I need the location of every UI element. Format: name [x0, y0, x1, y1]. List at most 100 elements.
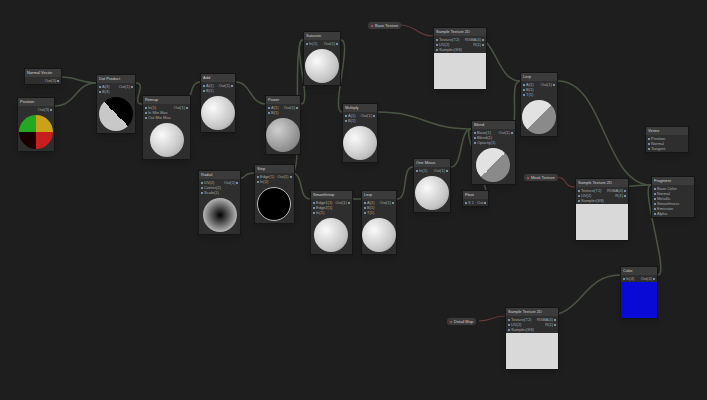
input-port[interactable]: X 1	[465, 200, 474, 205]
graph-node[interactable]: Sample Texture 2DTexture(T2)UV(2)Sampler…	[575, 178, 629, 241]
property-pill[interactable]: Base Texture	[368, 22, 401, 29]
output-port[interactable]: Out(1)	[498, 130, 512, 135]
output-port[interactable]: RGBA(4)	[607, 188, 626, 193]
graph-node[interactable]: LerpA(1)B(1)T(1)Out(1)	[520, 72, 558, 137]
input-port[interactable]: Texture(T2)	[508, 317, 534, 322]
input-port[interactable]: Alpha	[654, 211, 679, 216]
graph-node[interactable]: VertexPositionNormalTangent	[645, 126, 689, 153]
output-port[interactable]: Out(1)	[119, 84, 133, 89]
graph-node[interactable]: ColorIn(4)Out(4)	[620, 266, 658, 319]
input-port[interactable]: UV(2)	[578, 193, 604, 198]
graph-node[interactable]: RadialUV(2)Center(2)Scale(1)Out(1)	[198, 170, 241, 235]
graph-node[interactable]: Dot ProductA(3)B(3)Out(1)	[96, 74, 136, 134]
input-port[interactable]: In(1)	[306, 41, 317, 46]
input-port[interactable]: UV(2)	[508, 322, 534, 327]
input-port[interactable]: Position	[648, 136, 665, 141]
output-port[interactable]: Out(1)	[284, 105, 298, 110]
output-port[interactable]: R(1)	[545, 322, 556, 327]
output-port[interactable]: Out(1)	[174, 105, 188, 110]
input-port[interactable]: In(1)	[145, 105, 171, 110]
input-port[interactable]: A(1)	[364, 200, 375, 205]
graph-node[interactable]: SmoothstepEdge1(1)Edge2(1)In(1)Out(1)	[310, 190, 353, 255]
input-port[interactable]: Blend(1)	[474, 135, 495, 140]
input-port[interactable]: T(1)	[364, 210, 375, 215]
output-port[interactable]: Out(3)	[45, 78, 59, 83]
output-port[interactable]: Out(1)	[434, 168, 448, 173]
input-port[interactable]: T(1)	[523, 92, 534, 97]
input-port[interactable]: A(1)	[523, 82, 534, 87]
graph-node[interactable]: Sample Texture 2DTexture(T2)UV(2)Sampler…	[433, 27, 487, 90]
graph-node[interactable]: MultiplyA(1)B(1)Out(1)	[342, 103, 378, 163]
input-port[interactable]: Texture(T2)	[436, 37, 462, 42]
input-port[interactable]: Scale(1)	[201, 190, 221, 195]
graph-node[interactable]: FragmentBase ColorNormalMetallicSmoothne…	[651, 176, 695, 218]
output-port[interactable]: Out(1)	[335, 200, 349, 205]
input-port[interactable]: In(1)	[313, 210, 332, 215]
graph-node[interactable]: SaturateIn(1)Out(1)	[303, 31, 341, 86]
graph-node[interactable]: BlendBase(1)Blend(1)Opacity(1)Out(1)	[471, 120, 516, 185]
input-port[interactable]: In Min Max	[145, 110, 171, 115]
graph-node[interactable]: RemapIn(1)In Min MaxOut Min MaxOut(1)	[142, 95, 191, 160]
input-port[interactable]: Emission	[654, 206, 679, 211]
output-port[interactable]: Out(1)	[224, 180, 238, 185]
input-port[interactable]: In(1)	[416, 168, 427, 173]
input-port[interactable]: Smoothness	[654, 201, 679, 206]
input-port[interactable]: B(1)	[203, 88, 214, 93]
input-port[interactable]: A(1)	[268, 105, 279, 110]
input-port[interactable]: Base(1)	[474, 130, 495, 135]
output-port[interactable]: Out(1)	[277, 174, 291, 179]
output-port[interactable]: Out(3)	[38, 107, 52, 112]
input-port[interactable]: Sampler(SS)	[508, 327, 534, 332]
graph-node[interactable]: PowerA(1)B(1)Out(1)	[265, 95, 301, 155]
input-port[interactable]: Tangent	[648, 146, 665, 151]
input-port[interactable]: A(1)	[345, 113, 356, 118]
graph-node[interactable]: AddA(1)B(1)Out(1)	[200, 73, 236, 133]
input-port[interactable]: Out Min Max	[145, 115, 171, 120]
graph-node[interactable]: Normal VectorOut(3)	[24, 68, 62, 85]
input-port[interactable]: Sampler(SS)	[578, 198, 604, 203]
input-port[interactable]: Normal	[648, 141, 665, 146]
input-port[interactable]: In(1)	[257, 179, 274, 184]
input-port[interactable]: Base Color	[654, 186, 679, 191]
edge	[556, 177, 575, 187]
output-port[interactable]: R(1)	[615, 193, 626, 198]
input-port[interactable]: B(1)	[523, 87, 534, 92]
output-port[interactable]: Out(1)	[361, 113, 375, 118]
graph-node[interactable]: One MinusIn(1)Out(1)	[413, 158, 451, 213]
output-port[interactable]: Out(1)	[380, 200, 394, 205]
input-port[interactable]: A(3)	[99, 84, 110, 89]
input-port[interactable]: Normal	[654, 191, 679, 196]
input-port[interactable]: Opacity(1)	[474, 140, 495, 145]
property-pill[interactable]: Detail Map	[447, 318, 476, 325]
graph-node[interactable]: Sample Texture 2DTexture(T2)UV(2)Sampler…	[505, 307, 559, 370]
output-port[interactable]: Out(4)	[641, 276, 655, 281]
input-port[interactable]: Edge2(1)	[313, 205, 332, 210]
input-port[interactable]: Edge(1)	[257, 174, 274, 179]
input-port[interactable]: Metallic	[654, 196, 679, 201]
input-port[interactable]: Center(2)	[201, 185, 221, 190]
graph-node[interactable]: StepEdge(1)In(1)Out(1)	[254, 164, 295, 224]
input-port[interactable]: B(1)	[345, 118, 356, 123]
output-port[interactable]: Out(1)	[324, 41, 338, 46]
input-port[interactable]: B(1)	[364, 205, 375, 210]
input-port[interactable]: Texture(T2)	[578, 188, 604, 193]
input-port[interactable]: UV(2)	[436, 42, 462, 47]
shader-graph-canvas[interactable]: Normal VectorOut(3)PositionOut(3)Dot Pro…	[0, 0, 707, 400]
graph-node[interactable]: LerpA(1)B(1)T(1)Out(1)	[361, 190, 397, 255]
input-port[interactable]: Edge1(1)	[313, 200, 332, 205]
input-port[interactable]: B(3)	[99, 89, 110, 94]
input-port[interactable]: A(1)	[203, 83, 214, 88]
output-port[interactable]: Out(1)	[541, 82, 555, 87]
input-port[interactable]: Sampler(SS)	[436, 47, 462, 52]
output-port[interactable]: R(1)	[473, 42, 484, 47]
graph-node[interactable]: FloatX 1Out	[462, 190, 489, 207]
input-port[interactable]: In(4)	[623, 276, 634, 281]
output-port[interactable]: RGBA(4)	[465, 37, 484, 42]
input-port[interactable]: B(1)	[268, 110, 279, 115]
property-pill[interactable]: Mask Texture	[524, 174, 558, 181]
output-port[interactable]: Out(1)	[219, 83, 233, 88]
output-port[interactable]: Out	[477, 200, 486, 205]
graph-node[interactable]: PositionOut(3)	[17, 97, 55, 152]
input-port[interactable]: UV(2)	[201, 180, 221, 185]
output-port[interactable]: RGBA(4)	[537, 317, 556, 322]
